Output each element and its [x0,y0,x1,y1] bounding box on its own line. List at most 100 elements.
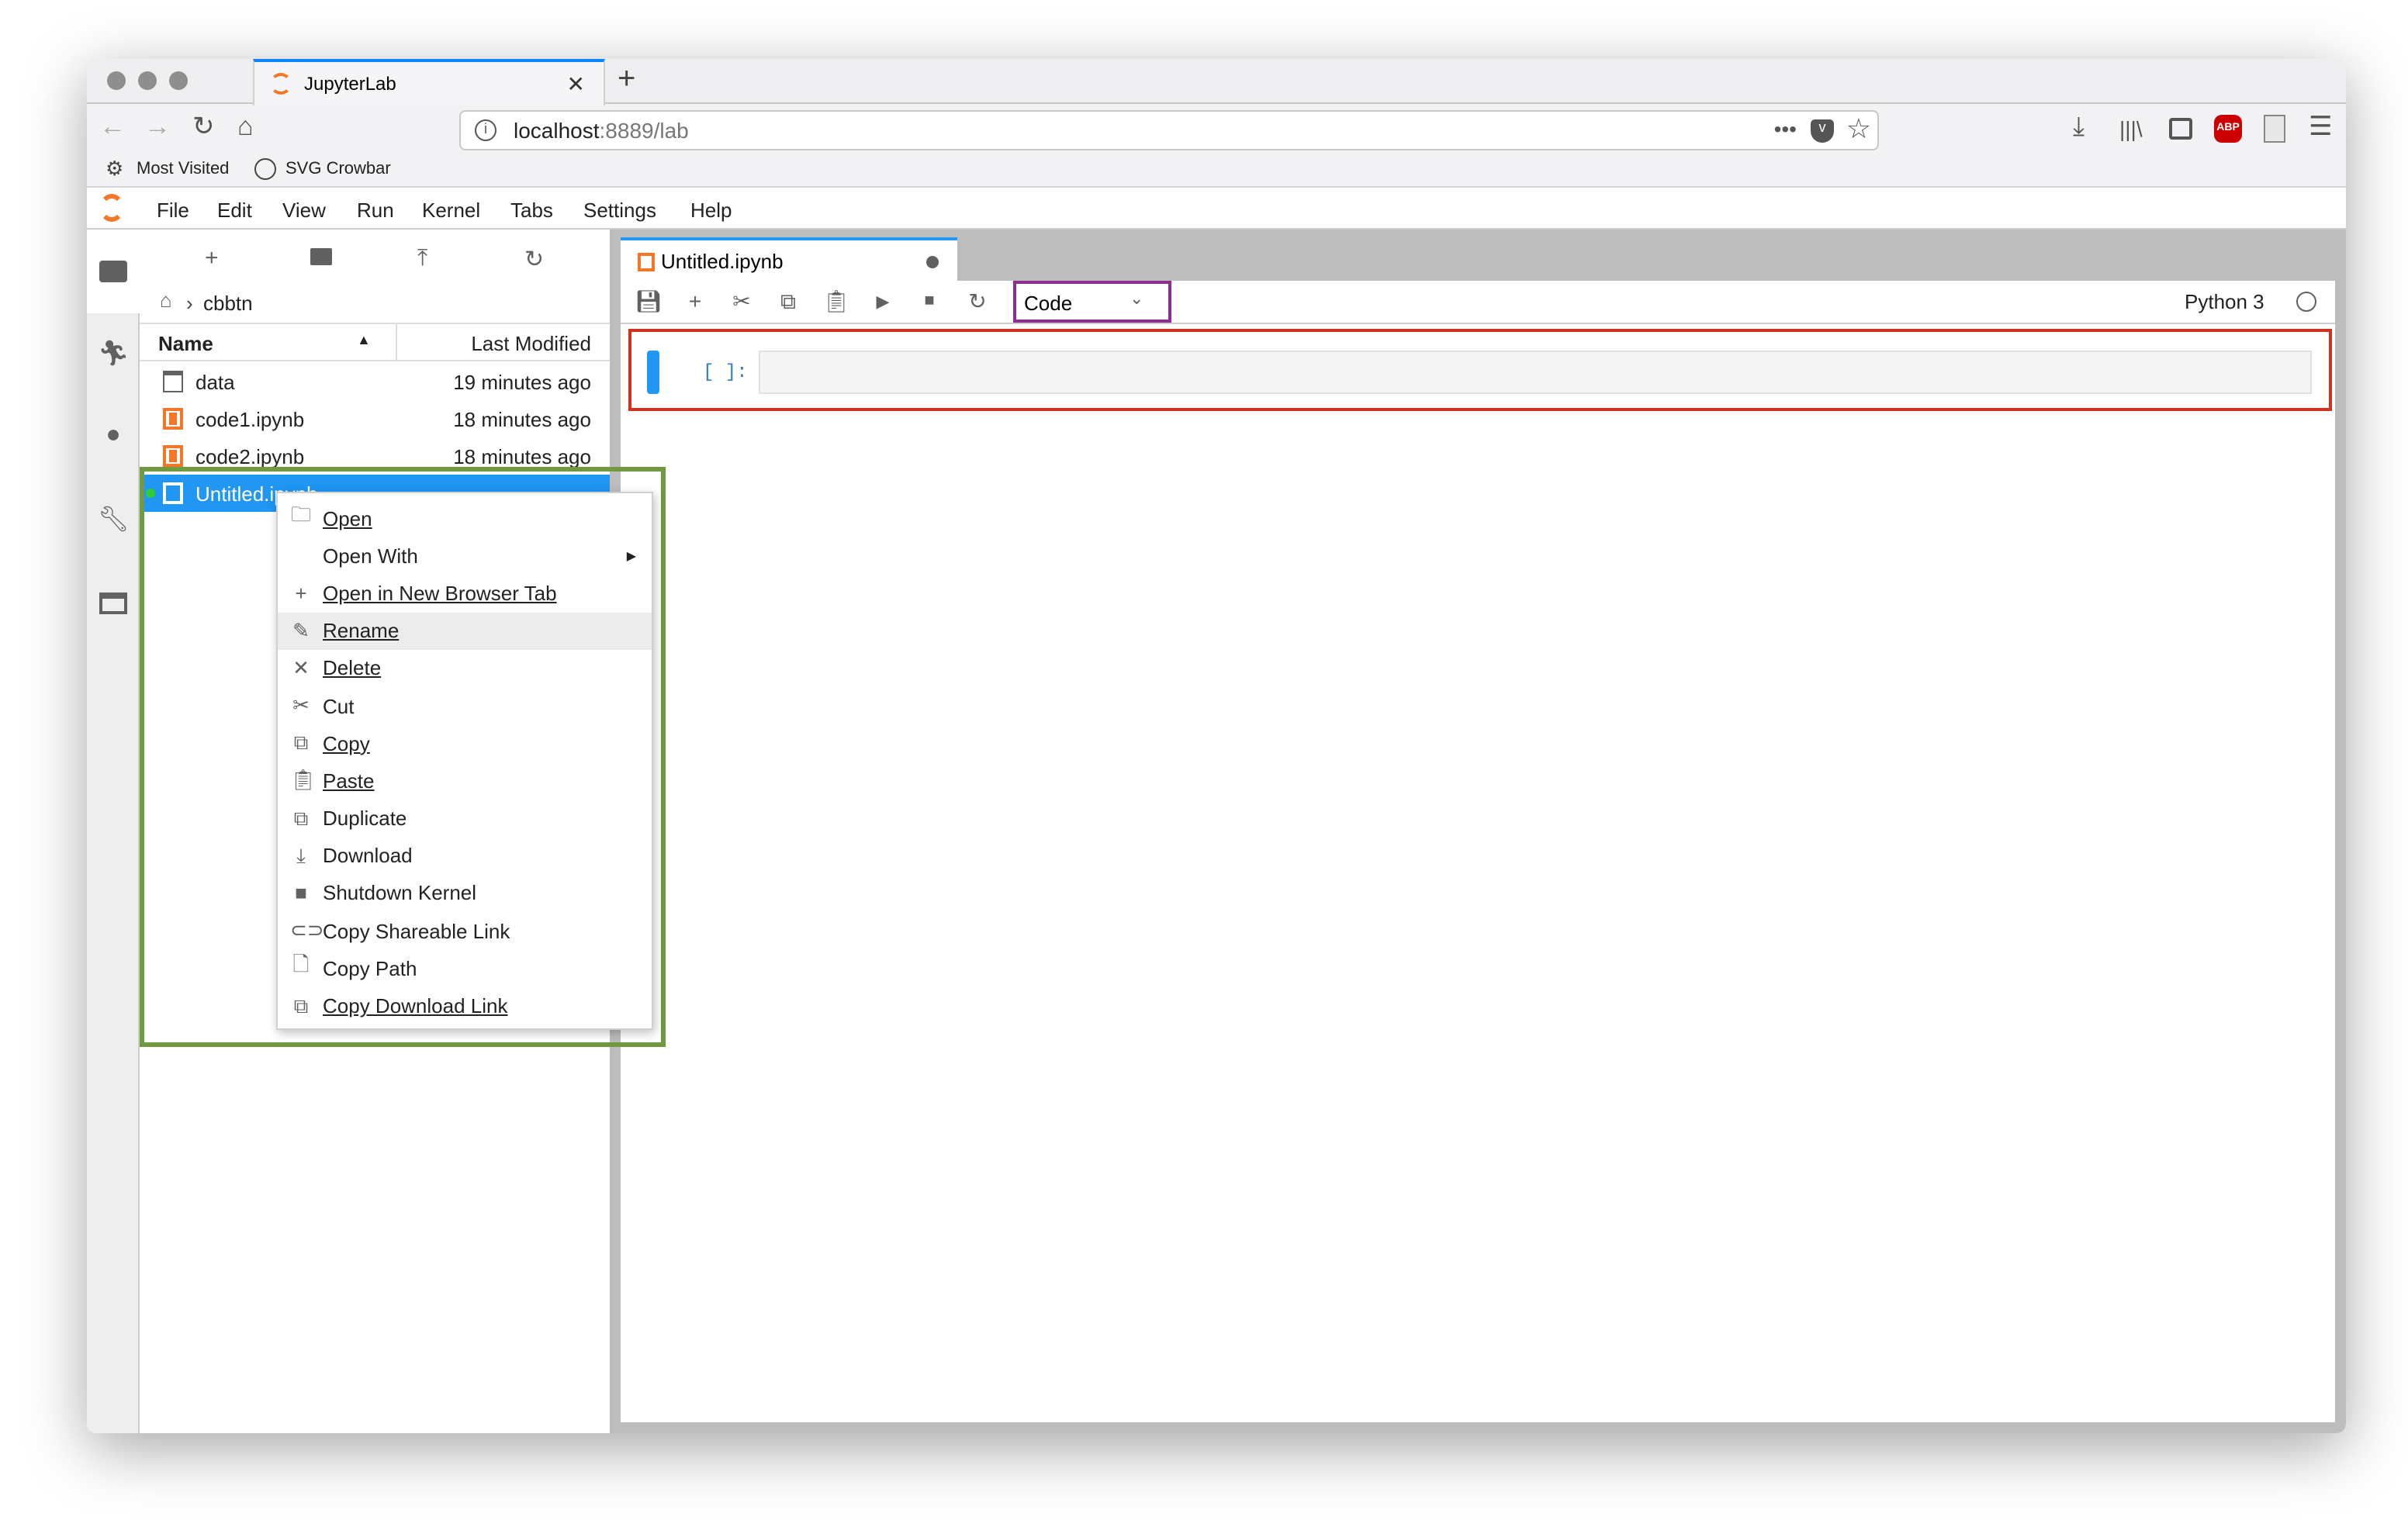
menu-item-copy-download-link[interactable]: ⧉ Copy Download Link [278,987,652,1024]
file-row[interactable]: code1.ipynb 18 minutes ago [140,400,610,437]
submenu-arrow-icon: ▶ [626,548,636,563]
home-icon[interactable]: ⌂ [237,112,254,143]
jupyter-logo-icon [99,194,124,222]
gear-icon: ⚙ [106,157,124,180]
new-tab-button[interactable]: + [618,62,635,98]
notebook-tab[interactable]: Untitled.ipynb [621,237,957,281]
menu-item-cut[interactable]: ✂ Cut [278,687,652,724]
save-icon[interactable]: 💾︎ [633,288,664,315]
menu-kernel[interactable]: Kernel [422,199,480,222]
globe-icon [254,158,276,180]
sort-ascending-icon: ▲ [357,332,371,347]
new-launcher-icon[interactable]: + [205,245,219,271]
close-tab-icon[interactable]: ✕ [567,71,585,97]
breadcrumb[interactable]: cbbtn [203,292,253,315]
menu-item-copy[interactable]: ⧉ Copy [278,724,652,762]
restart-icon[interactable]: ↻ [962,288,993,315]
menu-file[interactable]: File [157,199,189,222]
forward-icon[interactable]: → [144,112,171,143]
hamburger-menu-icon[interactable]: ☰ [2309,112,2333,143]
notebook-panel: 💾︎ + ✂ ⧉ 📋︎ ▶ ■ ↻ Code ⌄ Python 3 [ ]: [621,281,2335,1422]
bookmark-most-visited[interactable]: Most Visited [137,160,229,178]
bookmark-svg-crowbar[interactable]: SVG Crowbar [285,160,391,178]
menu-tabs[interactable]: Tabs [510,199,553,222]
bookmark-star-icon[interactable]: ☆ [1846,113,1871,146]
menu-item-open[interactable]: 🗀 Open [278,499,652,537]
menu-item-duplicate[interactable]: ⧉ Duplicate [278,800,652,837]
menu-settings[interactable]: Settings [583,199,656,222]
run-icon[interactable]: ▶ [867,292,898,312]
bookmarks-bar: ⚙ Most Visited SVG Crowbar [87,152,2346,188]
paste-icon[interactable]: 📋︎ [821,288,852,315]
main-area: Untitled.ipynb 💾︎ + ✂ ⧉ 📋︎ ▶ ■ ↻ Code ⌄ … [621,230,2346,1433]
close-window-button[interactable] [107,71,126,90]
page-actions-icon[interactable]: ••• [1774,116,1797,141]
active-cell[interactable]: [ ]: [628,329,2332,411]
copy-icon: ⧉ [293,993,309,1017]
cell-input[interactable] [759,351,2312,394]
wrench-icon[interactable]: 🔧︎ [98,504,130,535]
refresh-icon[interactable]: ↻ [524,245,544,273]
cell-type-dropdown[interactable]: Code ⌄ [1013,281,1171,323]
home-folder-icon[interactable]: ⌂ [160,288,172,312]
tabs-icon[interactable] [99,593,127,614]
palette-icon[interactable]: ● [98,422,129,453]
downloads-icon[interactable]: ⤓ [2073,112,2085,143]
file-icon: 🗋 [292,952,310,976]
file-list-header: Name ▲ Last Modified [140,323,610,361]
menu-item-shutdown-kernel[interactable]: ■ Shutdown Kernel [278,875,652,912]
menu-item-delete[interactable]: ✕ Delete [278,650,652,687]
notebook-tab-title: Untitled.ipynb [661,249,784,272]
notebook-icon [163,445,183,467]
info-icon[interactable]: i [475,119,496,141]
cut-icon[interactable]: ✂ [726,288,757,315]
scissors-icon: ✂ [292,693,310,717]
stop-icon[interactable]: ■ [914,292,945,310]
new-folder-icon[interactable] [310,248,332,265]
column-name[interactable]: Name [158,332,213,355]
folder-icon[interactable] [99,261,127,282]
url-host: localhost [514,118,600,143]
menu-view[interactable]: View [282,199,326,222]
unsaved-dot-icon[interactable] [926,256,939,268]
menu-item-download[interactable]: ⤓ Download [278,837,652,874]
download-icon: ⤓ [296,843,306,867]
menu-item-paste[interactable]: 📋︎ Paste [278,762,652,800]
menu-item-open-new-tab[interactable]: + Open in New Browser Tab [278,575,652,612]
pocket-icon[interactable]: v [1811,119,1834,143]
minimize-window-button[interactable] [138,71,157,90]
library-icon[interactable]: |||\ [2119,116,2143,141]
activity-bar: 🏃︎ ● 🔧︎ [87,230,140,1433]
copy-icon[interactable]: ⧉ [773,288,804,315]
stop-icon: ■ [295,881,307,905]
running-icon[interactable]: 🏃︎ [98,338,130,369]
close-icon: ✕ [292,655,310,679]
browser-tab-jupyterlab[interactable]: JupyterLab ✕ [253,59,605,105]
insert-cell-icon[interactable]: + [680,288,711,313]
document-icon[interactable] [2264,115,2285,143]
menu-item-copy-shareable-link[interactable]: ⊂⊃ Copy Shareable Link [278,912,652,949]
menu-item-open-with[interactable]: Open With ▶ [278,537,652,574]
kernel-name[interactable]: Python 3 [2185,290,2264,313]
upload-icon[interactable]: ⤒ [417,245,427,271]
back-icon[interactable]: ← [99,112,126,143]
menu-edit[interactable]: Edit [217,199,252,222]
menu-item-rename[interactable]: ✎ Rename [278,612,652,650]
menu-help[interactable]: Help [690,199,732,222]
reload-icon[interactable]: ↻ [192,112,215,143]
cell-collapser[interactable] [647,351,659,394]
sidebar-icon[interactable] [2169,118,2192,140]
notebook-icon [163,408,183,430]
menu-item-copy-path[interactable]: 🗋 Copy Path [278,950,652,987]
link-icon: ⊂⊃ [290,918,324,942]
file-row[interactable]: data 19 minutes ago [140,363,610,400]
maximize-window-button[interactable] [169,71,188,90]
adblock-icon[interactable]: ABP [2214,115,2242,143]
cell-type-value: Code [1024,292,1073,315]
url-bar[interactable]: i localhost:8889/lab ••• v ☆ [459,110,1879,150]
browser-nav-bar: ← → ↻ ⌂ i localhost:8889/lab ••• v ☆ ⤓ |… [87,104,2346,152]
column-last-modified[interactable]: Last Modified [471,332,591,355]
url-path: :8889/lab [599,118,689,143]
notebook-icon [638,253,655,271]
menu-run[interactable]: Run [357,199,394,222]
